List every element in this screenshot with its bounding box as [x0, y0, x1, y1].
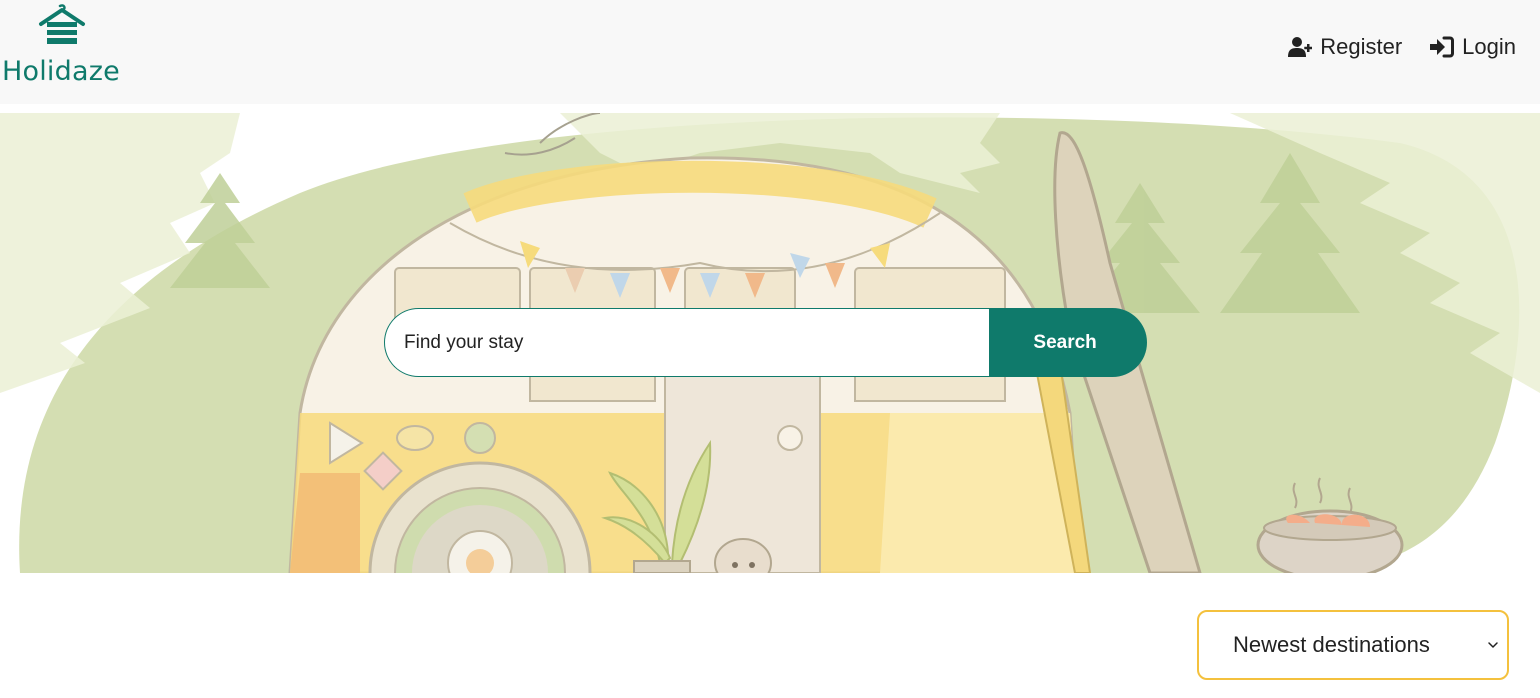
cabin-icon: [39, 4, 85, 44]
sort-select[interactable]: Newest destinations: [1197, 610, 1509, 680]
search-button[interactable]: Search: [989, 308, 1147, 377]
login-link[interactable]: Login: [1430, 34, 1516, 60]
search-form-bar: Search: [384, 308, 1147, 377]
search-input[interactable]: [384, 308, 990, 377]
search-form: [384, 421, 1147, 490]
user-plus-icon: [1288, 37, 1313, 57]
chevron-down-icon: [1488, 642, 1498, 648]
brand-name: Holidaze: [2, 56, 120, 87]
login-label: Login: [1462, 34, 1516, 59]
register-link[interactable]: Register: [1288, 34, 1402, 60]
register-label: Register: [1320, 34, 1403, 59]
nav-links: Register Login: [1288, 30, 1516, 64]
navbar: Holidaze Register Login: [0, 0, 1540, 104]
sort-selected-value: Newest destinations: [1233, 632, 1430, 657]
sign-in-icon: [1430, 36, 1455, 58]
logo-link[interactable]: Holidaze: [0, 2, 130, 92]
